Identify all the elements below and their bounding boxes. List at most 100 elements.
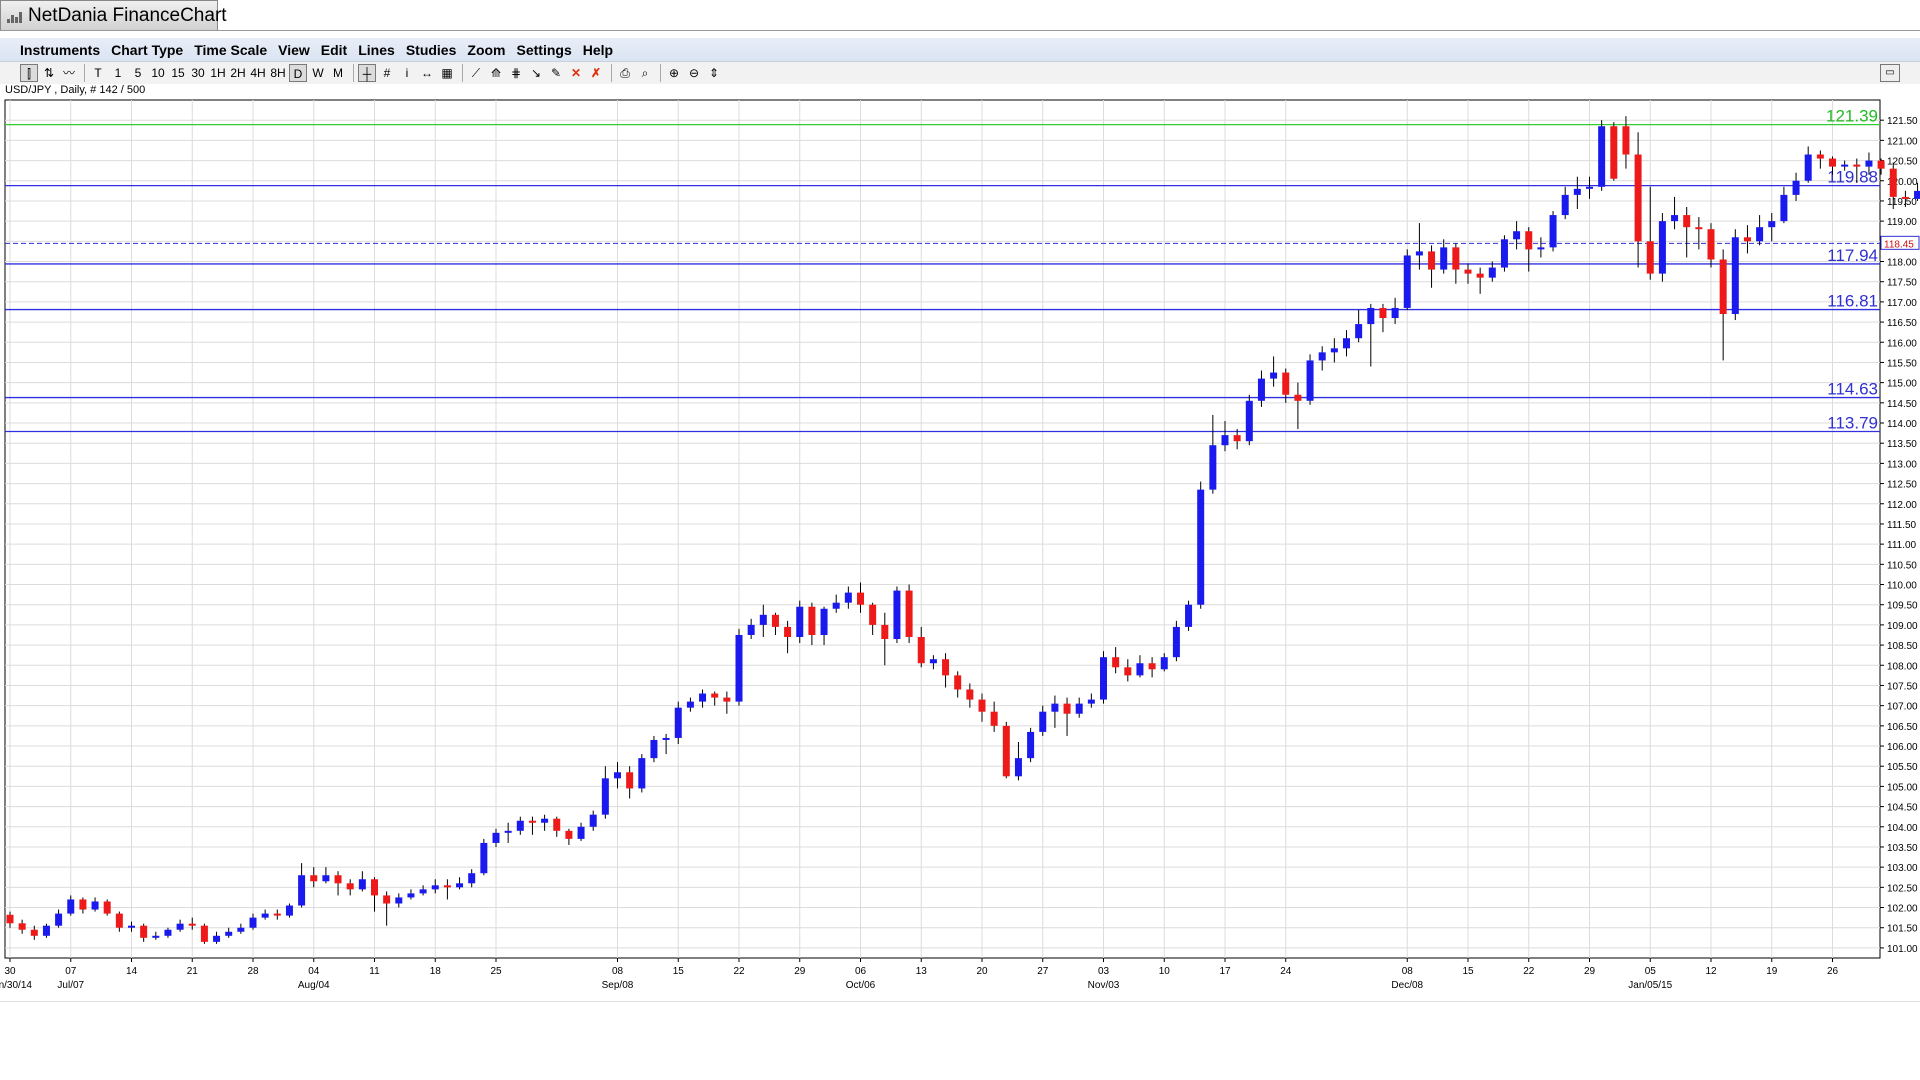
candle-up[interactable] [492,832,500,843]
arrow-line-icon[interactable]: ↘ [527,64,545,82]
candle-up[interactable] [1318,352,1326,361]
candle-down[interactable] [857,592,864,605]
candle-down[interactable] [1622,126,1630,155]
candle-up[interactable] [1245,400,1253,442]
candle-up[interactable] [1768,221,1776,228]
interval-d-button[interactable]: D [289,64,307,82]
candle-up[interactable] [1087,699,1095,704]
candle-up[interactable] [1172,626,1180,658]
candle-up[interactable] [1014,758,1022,777]
candle-up[interactable] [407,893,415,898]
candle-up[interactable] [42,925,50,936]
candle-down[interactable] [1112,657,1120,668]
candle-down[interactable] [103,901,111,914]
candle-down[interactable] [881,624,889,640]
candle-up[interactable] [614,772,621,779]
candle-down[interactable] [905,590,913,638]
candle-up[interactable] [929,659,937,664]
candle-down[interactable] [1233,435,1241,442]
candle-up[interactable] [796,606,804,638]
candle-up[interactable] [213,935,221,942]
interval-2h-button[interactable]: 2H [229,64,247,82]
candle-up[interactable] [1209,445,1217,490]
pan-icon[interactable]: ↔ [418,64,436,82]
interval-5-button[interactable]: 5 [129,64,147,82]
fan-icon[interactable]: ⟰ [487,64,505,82]
candle-up[interactable] [1136,663,1144,676]
menu-view[interactable]: View [278,42,310,58]
candle-up[interactable] [358,879,366,890]
menu-studies[interactable]: Studies [406,42,457,58]
candle-down[interactable] [310,875,318,882]
interval-m-button[interactable]: M [329,64,347,82]
print-icon[interactable]: ⎙ [616,64,634,82]
menu-time-scale[interactable]: Time Scale [194,42,267,58]
candle-down[interactable] [1707,229,1715,260]
panel-icon[interactable]: ▭ [1880,64,1900,82]
candle-up[interactable] [759,614,767,625]
fit-icon[interactable]: ⇕ [705,64,723,82]
candle-down[interactable] [1294,394,1302,401]
candle-up[interactable] [152,935,160,938]
candle-down[interactable] [1853,164,1861,167]
candle-up[interactable] [1343,338,1350,349]
interval-1-button[interactable]: 1 [109,64,127,82]
candle-up[interactable] [735,634,743,702]
candle-up[interactable] [1756,227,1764,242]
candle-down[interactable] [273,913,281,916]
candle-up[interactable] [1537,247,1545,250]
candle-down[interactable] [1124,667,1132,676]
candle-up[interactable] [1257,378,1265,401]
candle-up[interactable] [480,842,488,874]
candle-down[interactable] [978,699,986,712]
candle-down[interactable] [1428,251,1436,270]
candle-down[interactable] [1452,247,1460,270]
candle-up[interactable] [1160,657,1168,670]
candle-up[interactable] [686,701,694,708]
candle-up[interactable] [176,923,184,930]
candle-up[interactable] [1270,372,1278,379]
candle-up[interactable] [395,897,403,904]
candle-down[interactable] [1695,227,1703,230]
candle-up[interactable] [1671,215,1679,222]
candlestick-icon[interactable]: ⫿ [20,64,38,82]
candle-down[interactable] [990,711,998,726]
candle-up[interactable] [1792,180,1800,195]
candle-up[interactable] [1330,348,1338,353]
candle-down[interactable] [954,675,962,690]
candle-up[interactable] [516,820,524,831]
candle-down[interactable] [115,913,123,928]
candle-up[interactable] [1100,657,1107,700]
candle-up[interactable] [650,739,658,759]
candle-up[interactable] [1367,307,1375,325]
candle-up[interactable] [1306,360,1314,401]
crosshair-icon[interactable]: ┼ [358,64,376,82]
candle-down[interactable] [1464,269,1472,274]
candle-down[interactable] [723,697,731,702]
candle-down[interactable] [1002,725,1010,777]
candle-up[interactable] [1549,215,1557,248]
candle-up[interactable] [285,905,293,916]
delete-all-icon[interactable]: ✗ [587,64,605,82]
candle-up[interactable] [1039,711,1047,732]
candle-up[interactable] [322,875,330,882]
candle-up[interactable] [1197,489,1205,605]
price-chart[interactable]: 101.00 101.50 102.00 102.50 103.00 103.50 104.… [0,96,1920,1001]
candle-up[interactable] [164,929,172,936]
menu-edit[interactable]: Edit [321,42,347,58]
candle-down[interactable] [1610,126,1618,179]
menu-lines[interactable]: Lines [358,42,395,58]
ohlc-bar-icon[interactable]: ⇅ [40,64,58,82]
candle-down[interactable] [1148,663,1156,670]
interval-15-button[interactable]: 15 [169,64,187,82]
candle-up[interactable] [1804,154,1812,181]
candle-up[interactable] [128,925,135,928]
candle-up[interactable] [225,931,233,936]
candle-down[interactable] [346,883,354,890]
candle-up[interactable] [456,883,464,888]
candle-up[interactable] [1221,435,1229,446]
candle-up[interactable] [577,826,585,839]
candle-up[interactable] [1780,194,1788,222]
candle-up[interactable] [55,913,63,926]
candle-down[interactable] [371,879,378,896]
